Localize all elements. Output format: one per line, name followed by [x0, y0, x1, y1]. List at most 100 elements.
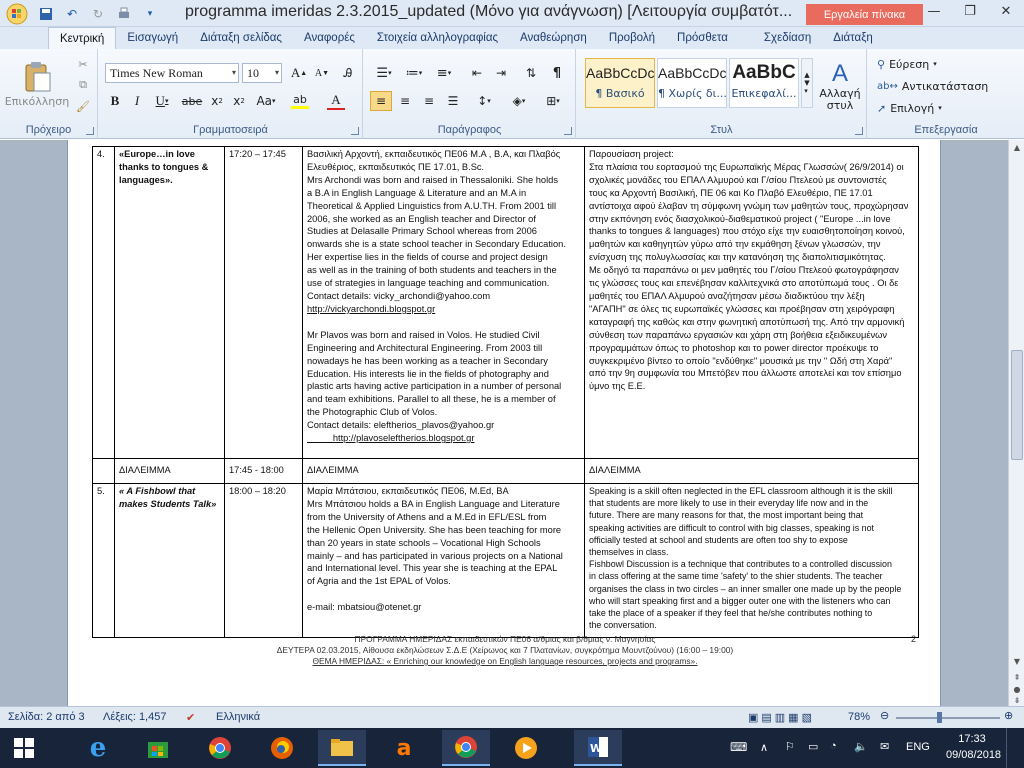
scroll-thumb[interactable]	[1011, 350, 1023, 460]
tab-references[interactable]: Αναφορές	[293, 27, 366, 49]
office-button[interactable]	[4, 3, 30, 25]
justify-button[interactable]: ☰	[442, 91, 464, 111]
tab-addins[interactable]: Πρόσθετα	[666, 27, 739, 49]
keyboard-icon[interactable]: ⌨	[730, 740, 747, 754]
blog-link[interactable]: http://plavoseleftherios.blogspot.gr	[307, 432, 580, 445]
close-button[interactable]: ✕	[988, 0, 1024, 22]
customize-qat-icon[interactable]: ▾	[140, 4, 160, 24]
tab-mailings[interactable]: Στοιχεία αλληλογραφίας	[366, 27, 509, 49]
internet-explorer-icon[interactable]: e	[74, 730, 122, 766]
tab-layout[interactable]: Διάταξη	[822, 27, 883, 49]
styles-scroll-arrows[interactable]: ▲ ▼ ▾	[801, 58, 813, 108]
chrome-running-icon[interactable]	[442, 730, 490, 766]
shading-button[interactable]: ◈ ▾	[504, 91, 534, 111]
borders-button[interactable]: ⊞ ▾	[538, 91, 568, 111]
media-player-icon[interactable]	[502, 730, 550, 766]
save-icon[interactable]	[36, 4, 56, 24]
tab-review[interactable]: Αναθεώρηση	[509, 27, 598, 49]
align-center-button[interactable]: ≡	[394, 91, 416, 111]
language-indicator[interactable]: Ελληνικά	[216, 711, 260, 723]
chrome-icon[interactable]	[196, 730, 244, 766]
tab-view[interactable]: Προβολή	[598, 27, 666, 49]
select-button[interactable]: ➚ Επιλογή ▾	[876, 99, 976, 117]
paragraph-launcher[interactable]	[564, 127, 572, 135]
subscript-button[interactable]: x2	[207, 91, 227, 111]
view-buttons[interactable]: ▣▤▥▦▧	[748, 711, 815, 724]
quick-print-icon[interactable]	[114, 4, 134, 24]
style-heading-1[interactable]: AaBbC Επικεφαλί...	[729, 58, 799, 108]
vertical-scrollbar[interactable]: ▲ ▼ ⇞ ● ⇟	[1008, 140, 1024, 706]
network-icon[interactable]: ⚐	[785, 740, 795, 753]
word-count[interactable]: Λέξεις: 1,457	[103, 711, 166, 723]
font-size-combobox[interactable]: 10 ▾	[242, 63, 282, 83]
find-button[interactable]: ⚲ Εύρεση ▾	[876, 55, 976, 73]
copy-icon[interactable]: ⧉	[74, 76, 92, 94]
align-right-button[interactable]: ≡	[418, 91, 440, 111]
styles-launcher[interactable]	[855, 127, 863, 135]
clock-date[interactable]: 09/08/2018	[946, 749, 1001, 761]
align-left-button[interactable]: ≡	[370, 91, 392, 111]
format-painter-icon[interactable]: 🖌	[74, 97, 92, 115]
replace-button[interactable]: ab↔ Αντικατάσταση	[876, 77, 1016, 95]
tab-home[interactable]: Κεντρική	[48, 27, 117, 49]
maximize-button[interactable]: ❐	[952, 0, 988, 22]
grow-font-button[interactable]: A ▲	[288, 63, 310, 83]
notification-icon[interactable]: ✉	[880, 740, 889, 753]
next-page-icon[interactable]: ⇟	[1009, 693, 1024, 707]
underline-button[interactable]: U ▾	[149, 91, 175, 111]
show-hide-button[interactable]: ¶	[546, 63, 568, 83]
volume-icon[interactable]: 🔈	[854, 740, 868, 753]
tab-design[interactable]: Σχεδίαση	[753, 27, 822, 49]
tray-chevron-icon[interactable]: ∧	[760, 741, 768, 754]
bullets-button[interactable]: ☰ ▾	[370, 63, 398, 83]
cut-icon[interactable]: ✂	[74, 55, 92, 73]
font-color-button[interactable]: A	[321, 91, 351, 111]
font-launcher[interactable]	[351, 127, 359, 135]
clipboard-launcher[interactable]	[86, 127, 94, 135]
change-case-button[interactable]: Aa ▾	[253, 91, 279, 111]
italic-button[interactable]: I	[127, 91, 147, 111]
zoom-slider[interactable]	[896, 717, 1000, 719]
numbering-button[interactable]: ≔ ▾	[400, 63, 428, 83]
windows-start-icon[interactable]	[0, 730, 48, 766]
zoom-level[interactable]: 78%	[848, 711, 870, 723]
scroll-down-icon[interactable]: ▼	[1009, 654, 1024, 668]
clear-formatting-button[interactable]: Ꭿ	[337, 63, 359, 83]
store-icon[interactable]	[134, 730, 182, 766]
scroll-up-icon[interactable]: ▲	[1009, 140, 1024, 154]
style-normal[interactable]: AaBbCcDc ¶ Βασικό	[585, 58, 655, 108]
bold-button[interactable]: B	[105, 91, 125, 111]
zoom-out-icon[interactable]: ⊖	[880, 709, 889, 722]
strikethrough-button[interactable]: abe	[179, 91, 205, 111]
language-indicator-tray[interactable]: ENG	[906, 741, 930, 753]
decrease-indent-button[interactable]: ⇤	[466, 63, 488, 83]
proofing-icon[interactable]: ✔	[186, 711, 195, 724]
minimize-button[interactable]: —	[916, 0, 952, 22]
paste-button[interactable]: Επικόλληση	[5, 55, 69, 113]
undo-icon[interactable]: ↶	[62, 4, 82, 24]
tab-insert[interactable]: Εισαγωγή	[116, 27, 189, 49]
avast-icon[interactable]: a	[380, 730, 428, 766]
shrink-font-button[interactable]: A ▼	[311, 63, 333, 83]
clock-time[interactable]: 17:33	[946, 733, 998, 745]
firefox-icon[interactable]	[258, 730, 306, 766]
tab-page-layout[interactable]: Διάταξη σελίδας	[189, 27, 293, 49]
zoom-in-icon[interactable]: ⊕	[1004, 709, 1013, 722]
zoom-slider-handle[interactable]	[937, 712, 942, 723]
redo-icon[interactable]: ↻	[88, 4, 108, 24]
wifi-icon[interactable]: ◔	[830, 740, 837, 752]
font-name-combobox[interactable]: Times New Roman ▾	[105, 63, 239, 83]
page-count[interactable]: Σελίδα: 2 από 3	[8, 711, 85, 723]
document-page[interactable]: 4. «Europe…in love thanks to tongues & l…	[67, 140, 941, 706]
sort-button[interactable]: ⇅	[520, 63, 542, 83]
style-no-spacing[interactable]: AaBbCcDc ¶ Χωρίς δι...	[657, 58, 727, 108]
highlight-color-button[interactable]: ab	[285, 91, 315, 111]
line-spacing-button[interactable]: ↕ ▾	[470, 91, 498, 111]
blog-link[interactable]: http://vickyarchondi.blogspot.gr	[307, 303, 580, 316]
increase-indent-button[interactable]: ⇥	[490, 63, 512, 83]
multilevel-list-button[interactable]: ≡ ▾	[430, 63, 458, 83]
word-app-icon[interactable]: W	[574, 730, 622, 766]
superscript-button[interactable]: x2	[229, 91, 249, 111]
show-desktop-button[interactable]	[1006, 728, 1024, 768]
change-styles-button[interactable]: A Αλλαγή στυλ	[817, 55, 863, 117]
